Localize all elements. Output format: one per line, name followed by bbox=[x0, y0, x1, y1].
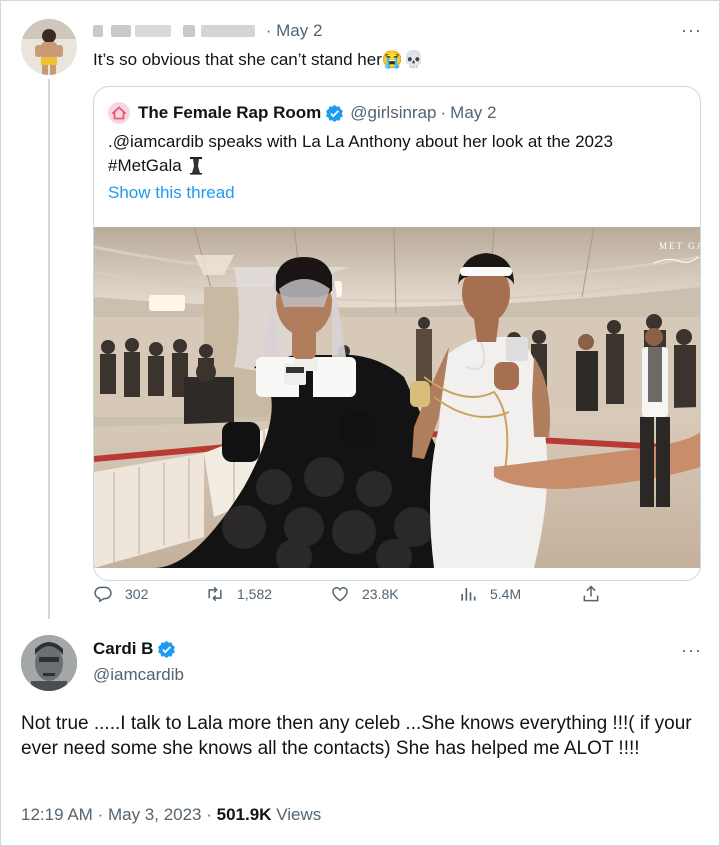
retweet-icon bbox=[208, 586, 222, 602]
retweet-button[interactable]: 1,582 bbox=[205, 584, 272, 604]
reply-user-name-row: Cardi B bbox=[93, 639, 176, 659]
thread-line bbox=[48, 79, 50, 619]
reply-button[interactable]: 302 bbox=[93, 584, 148, 604]
avatar-image bbox=[21, 19, 77, 75]
tweet-header: · May 2 bbox=[93, 21, 322, 41]
verified-badge-icon bbox=[326, 104, 344, 122]
like-count: 23.8K bbox=[362, 586, 399, 602]
tweet-views-label: Views bbox=[276, 805, 322, 824]
quoted-user-handle[interactable]: @girlsinrap bbox=[350, 103, 436, 123]
tweet-full-date[interactable]: May 3, 2023 bbox=[108, 805, 202, 824]
reply-user-name[interactable]: Cardi B bbox=[93, 639, 153, 659]
reply-count: 302 bbox=[125, 586, 149, 602]
like-button[interactable]: 23.8K bbox=[330, 584, 399, 604]
met-gala-watermark: MET GALA bbox=[659, 241, 700, 251]
avatar[interactable] bbox=[21, 635, 77, 691]
reply-icon bbox=[94, 586, 112, 603]
retweet-count: 1,582 bbox=[237, 586, 273, 602]
reply-tweet-meta: 12:19 AM · May 3, 2023 · 501.9K Views bbox=[21, 805, 322, 824]
redacted-user-name bbox=[93, 21, 261, 41]
show-thread-link[interactable]: Show this thread bbox=[108, 183, 235, 203]
share-icon bbox=[583, 585, 599, 602]
tweet-text: It’s so obvious that she can’t stand her… bbox=[93, 50, 425, 69]
views-button[interactable]: 5.4M bbox=[458, 584, 521, 604]
video-player[interactable]: MET GALA bbox=[94, 227, 700, 568]
video-thumbnail: MET GALA bbox=[94, 227, 700, 568]
separator-dot: · bbox=[261, 21, 277, 40]
quoted-tweet-text: .@iamcardib speaks with La La Anthony ab… bbox=[108, 132, 613, 175]
views-count: 5.4M bbox=[490, 586, 522, 602]
reply-user-handle[interactable]: @iamcardib bbox=[93, 665, 184, 685]
met-gala-hashflag-icon bbox=[190, 157, 203, 175]
quoted-tweet-date[interactable]: May 2 bbox=[450, 103, 496, 123]
quoted-avatar-icon[interactable] bbox=[108, 102, 130, 124]
heart-icon bbox=[332, 587, 348, 602]
quoted-tweet-card[interactable]: The Female Rap Room @girlsinrap · May 2 … bbox=[93, 86, 701, 581]
quoted-user-name[interactable]: The Female Rap Room bbox=[138, 103, 321, 123]
tweet-time[interactable]: 12:19 AM bbox=[21, 805, 93, 824]
share-button[interactable] bbox=[581, 584, 601, 604]
separator-dot: · bbox=[440, 103, 447, 122]
avatar-image bbox=[21, 635, 77, 691]
tweet-date[interactable]: May 2 bbox=[276, 21, 322, 41]
reply-tweet-text: Not true .....I talk to Lala more then a… bbox=[21, 713, 692, 759]
tweet-views-count: 501.9K bbox=[216, 805, 272, 824]
analytics-icon bbox=[461, 588, 476, 601]
quoted-tweet-header: The Female Rap Room @girlsinrap · May 2 bbox=[108, 102, 496, 124]
tweet-actions-bar: 302 1,582 23.8K 5.4M bbox=[93, 584, 613, 608]
avatar[interactable] bbox=[21, 19, 77, 75]
verified-badge-icon bbox=[158, 640, 176, 658]
more-options-icon[interactable]: ··· bbox=[681, 641, 702, 659]
more-options-icon[interactable]: ··· bbox=[681, 21, 702, 39]
